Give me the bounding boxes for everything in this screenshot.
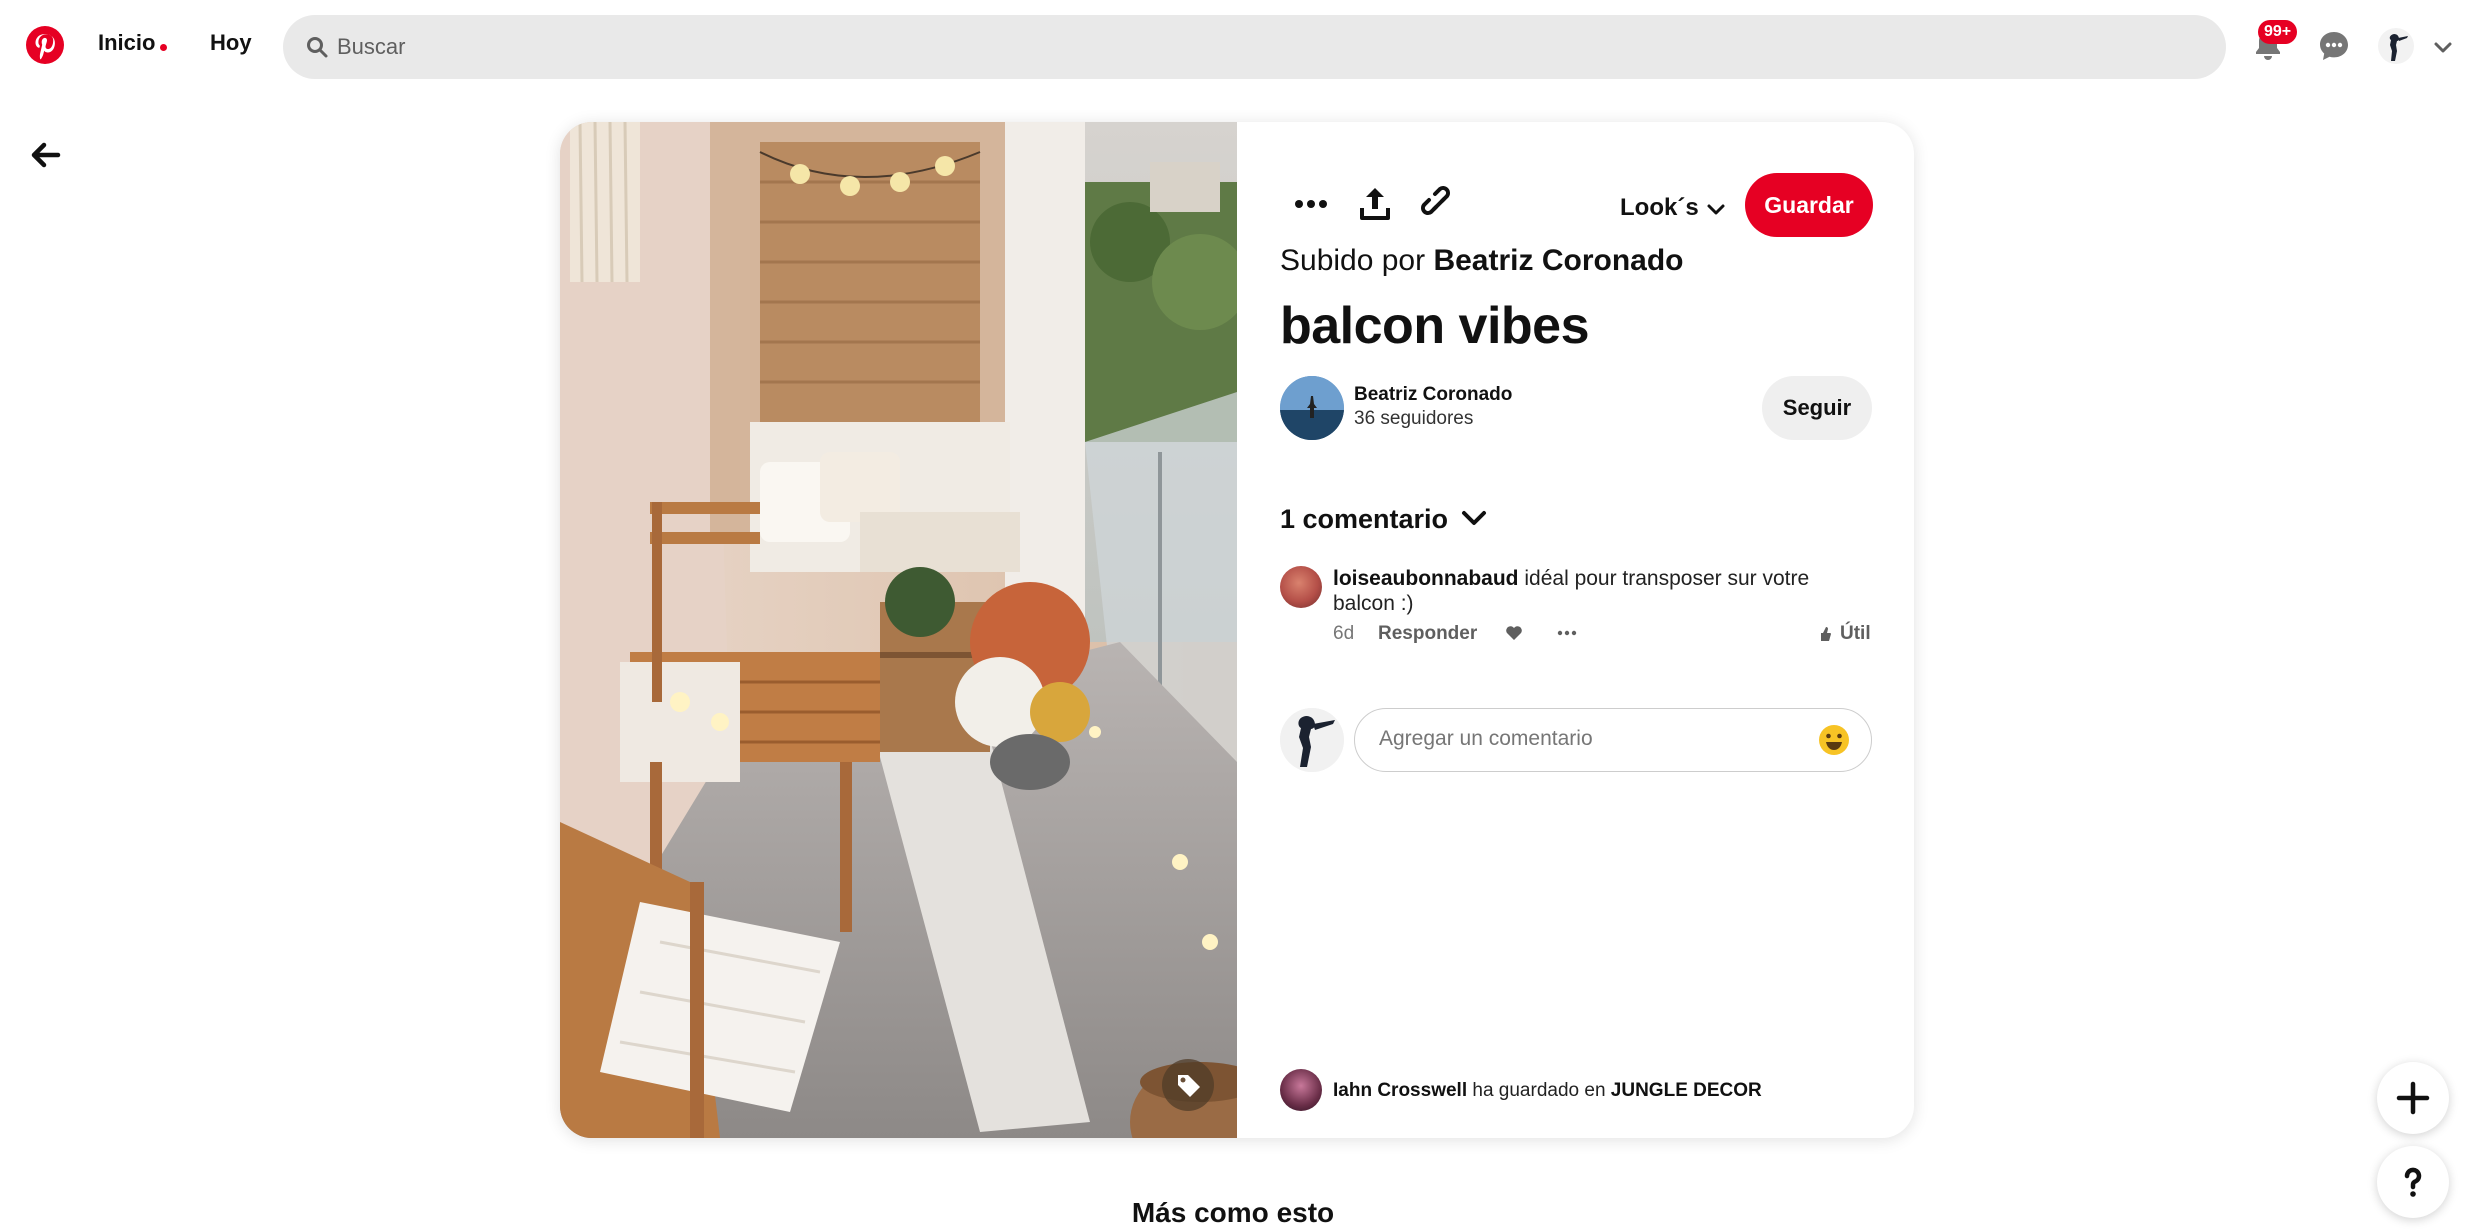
chat-icon[interactable] (2316, 28, 2352, 64)
commenter-avatar[interactable] (1280, 566, 1322, 608)
tag-icon (1178, 1075, 1200, 1097)
nav-home-link[interactable]: Inicio (98, 30, 155, 56)
add-comment-field[interactable] (1354, 708, 1872, 772)
comments-header: 1 comentario (1280, 504, 1449, 534)
search-input[interactable] (337, 15, 2197, 79)
more-options-icon[interactable] (1556, 624, 1578, 642)
pin-card (560, 122, 1914, 1138)
saver-name[interactable]: Iahn Crosswell (1333, 1080, 1467, 1101)
emoji-icon[interactable] (1817, 723, 1851, 757)
saved-by-middle: ha guardado en (1472, 1080, 1606, 1101)
more-like-this-heading: Más como esto (1131, 1197, 1335, 1228)
author-name[interactable]: Beatriz Coronado (1354, 384, 1512, 406)
saved-by-line: Iahn Crosswell ha guardado en JUNGLE DEC… (1333, 1080, 1762, 1102)
chevron-down-icon[interactable] (1460, 504, 1488, 532)
my-avatar (1280, 708, 1344, 772)
notifications-badge: 99+ (2258, 20, 2298, 44)
board-select[interactable]: Look´s (1620, 194, 1725, 222)
more-options-icon[interactable] (1289, 182, 1333, 226)
account-avatar[interactable] (2378, 28, 2414, 64)
plus-icon (2396, 1081, 2430, 1115)
useful-button[interactable]: Útil (1840, 623, 1871, 645)
heart-icon[interactable] (1505, 624, 1523, 642)
saver-avatar[interactable] (1280, 1069, 1322, 1111)
save-button[interactable]: Guardar (1745, 173, 1873, 237)
help-icon (2404, 1167, 2422, 1197)
board-select-label: Look´s (1620, 194, 1699, 221)
nav-today-link[interactable]: Hoy (210, 30, 252, 56)
chevron-down-icon[interactable] (2432, 36, 2454, 58)
home-notification-dot (160, 44, 167, 51)
comment-user[interactable]: loiseaubonnabaud (1333, 567, 1519, 590)
follow-button[interactable]: Seguir (1762, 376, 1872, 440)
help-button[interactable] (2377, 1146, 2449, 1218)
uploaded-by-prefix: Subido por (1280, 244, 1426, 277)
thumb-icon (1821, 627, 1831, 641)
chevron-down-icon (1707, 204, 1725, 215)
author-avatar[interactable] (1280, 376, 1344, 440)
share-icon[interactable] (1353, 182, 1397, 226)
create-button[interactable] (2377, 1062, 2449, 1134)
author-followers: 36 seguidores (1354, 408, 1474, 429)
link-icon[interactable] (1417, 182, 1461, 226)
comment-age: 6d (1333, 623, 1355, 644)
pin-title: balcon vibes (1280, 297, 1590, 355)
top-nav: Inicio Hoy 99+ (0, 0, 2466, 96)
search-bar[interactable] (283, 15, 2226, 79)
back-arrow-icon[interactable] (28, 138, 62, 172)
product-tag-button[interactable] (1162, 1059, 1214, 1111)
pin-image[interactable] (560, 122, 1237, 1138)
comment-body: loiseaubonnabaud idéal pour transposer s… (1333, 566, 1873, 616)
search-icon (307, 37, 328, 58)
saved-board-name[interactable]: JUNGLE DECOR (1611, 1080, 1762, 1101)
uploaded-by-line: Subido por Beatriz Coronado (1280, 244, 1683, 278)
pinterest-logo-icon[interactable] (26, 26, 64, 64)
uploaded-by-name[interactable]: Beatriz Coronado (1433, 244, 1683, 277)
comment-input[interactable] (1379, 709, 1809, 769)
reply-button[interactable]: Responder (1378, 623, 1477, 645)
